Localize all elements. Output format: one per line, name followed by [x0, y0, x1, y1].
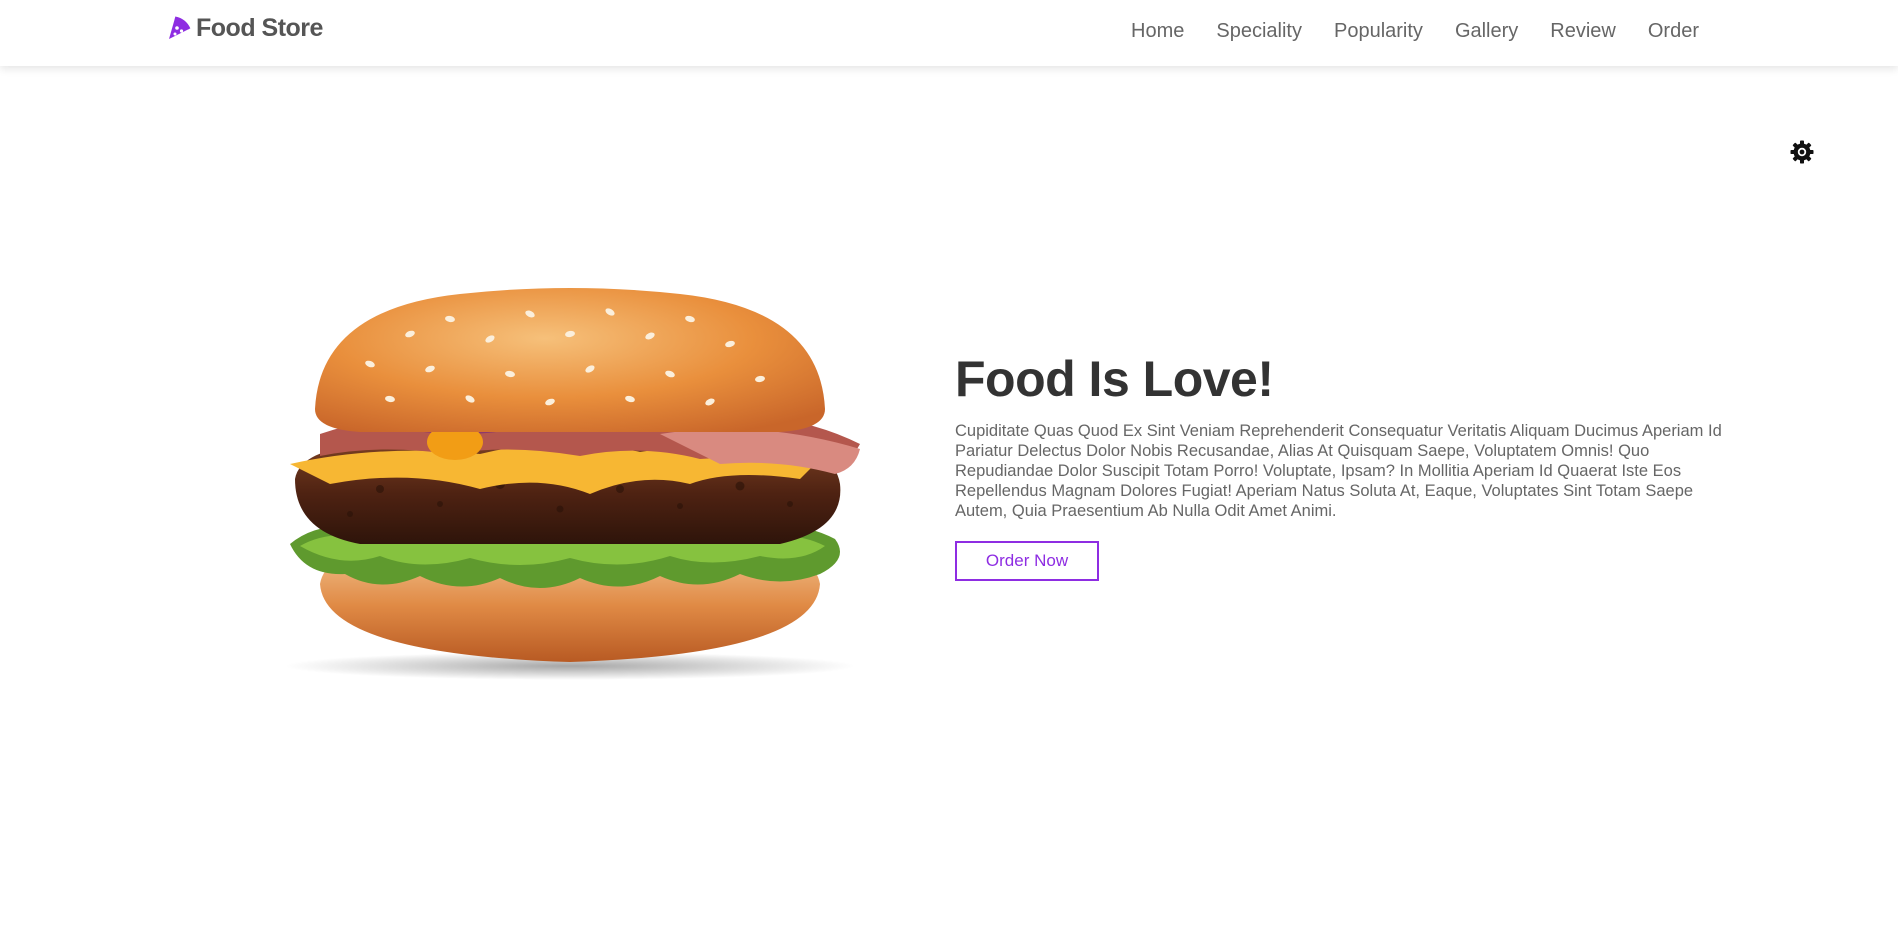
hero-title: Food Is Love!: [955, 351, 1274, 407]
burger-image: [260, 284, 880, 684]
hero-content: Food Is Love! Cupiditate Quas Quod Ex Si…: [955, 349, 1725, 581]
nav-popularity[interactable]: Popularity: [1334, 19, 1423, 43]
nav-order[interactable]: Order: [1648, 19, 1699, 43]
theme-toggle-button[interactable]: [1789, 139, 1815, 165]
nav-gallery[interactable]: Gallery: [1455, 19, 1518, 43]
nav-home[interactable]: Home: [1131, 19, 1184, 43]
nav-speciality[interactable]: Speciality: [1216, 19, 1302, 43]
main-nav: Home Speciality Popularity Gallery Revie…: [1131, 19, 1699, 43]
hero-description: Cupiditate Quas Quod Ex Sint Veniam Repr…: [955, 422, 1722, 520]
pizza-slice-icon: [166, 16, 191, 41]
order-now-button[interactable]: Order Now: [955, 541, 1099, 581]
gear-icon: [1789, 140, 1815, 169]
site-header: Food Store Home Speciality Popularity Ga…: [0, 0, 1898, 66]
nav-review[interactable]: Review: [1550, 19, 1616, 43]
logo-text: Food Store: [196, 14, 323, 42]
logo-link[interactable]: Food Store: [166, 14, 323, 43]
